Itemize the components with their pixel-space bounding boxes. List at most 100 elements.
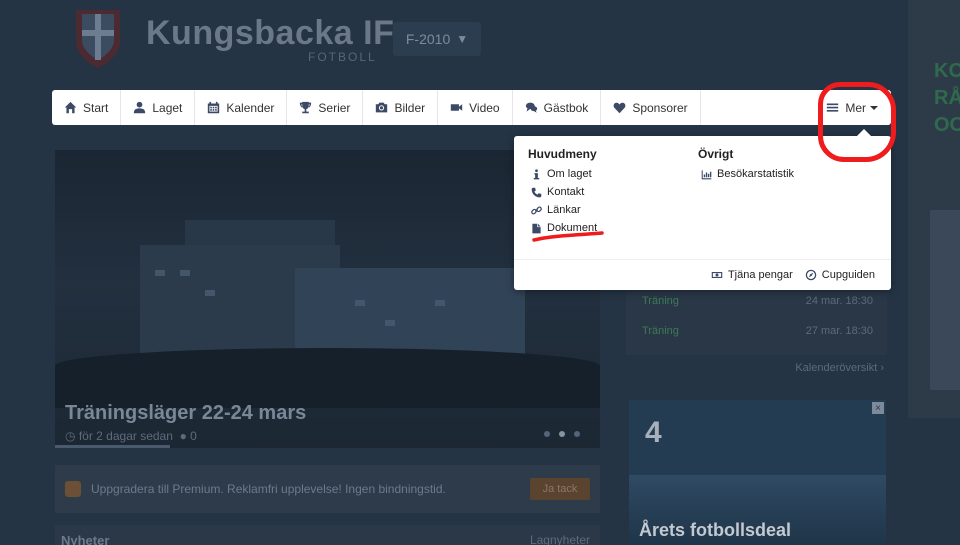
news-title: Nyheter (61, 533, 110, 545)
bar-chart-icon (701, 169, 712, 179)
news-section: Nyheter Lagnyheter (55, 525, 600, 545)
nav-label: Laget (152, 100, 183, 115)
slider-dot[interactable] (544, 431, 550, 437)
ad-logo: 4 (645, 416, 662, 449)
premium-banner: Uppgradera till Premium. Reklamfri upple… (55, 465, 600, 513)
user-icon (134, 101, 146, 114)
dropdown-other-heading: Övrigt (698, 147, 734, 161)
calendar-icon (208, 101, 220, 114)
nav-label: Bilder (394, 100, 426, 115)
slider-dot[interactable] (559, 431, 565, 437)
nav-item-laget[interactable]: Laget (121, 90, 196, 125)
team-select[interactable]: F-2010 ▼ (393, 22, 481, 56)
hero-image-part (205, 290, 215, 296)
nav-item-bilder[interactable]: Bilder (363, 90, 439, 125)
nav-label: Gästbok (543, 100, 589, 115)
event-date: 27 mar. 18:30 (805, 325, 873, 337)
dropdown-item-om-laget[interactable]: Om laget (528, 165, 597, 183)
advertisement[interactable]: 4 × Årets fotbollsdeal (629, 400, 886, 545)
footer-link-label: Tjäna pengar (727, 269, 793, 281)
side-advertisement[interactable]: KOS RÅ OC (908, 0, 960, 418)
slider-progress (55, 445, 170, 448)
footer-link-cupguiden[interactable]: Cupguiden (805, 269, 875, 281)
info-icon (533, 168, 540, 179)
club-logo (76, 10, 120, 68)
event-name: Träning (642, 325, 679, 337)
nav-label: Serier (318, 100, 351, 115)
slider-dots (544, 431, 580, 437)
nav-item-serier[interactable]: Serier (287, 90, 364, 125)
calendar-overview-label: Kalenderöversikt (795, 362, 878, 374)
side-ad-text: KOS RÅ OC (934, 60, 960, 136)
comment-icon: ● (179, 429, 187, 443)
ad-text: Årets fotbollsdeal (639, 520, 792, 540)
brand-subtitle: FOTBOLL (308, 50, 377, 64)
nav-item-sponsorer[interactable]: Sponsorer (601, 90, 701, 125)
premium-button[interactable]: Ja tack (530, 478, 590, 500)
hero-image-part (55, 348, 600, 408)
dropdown-divider (514, 259, 891, 260)
nav-item-kalender[interactable]: Kalender (195, 90, 288, 125)
hamburger-icon (827, 103, 839, 112)
brand-title: Kungsbacka IF (146, 14, 395, 52)
camera-icon (376, 102, 388, 113)
dropdown-item-besokarstatistik[interactable]: Besökarstatistik (698, 165, 794, 183)
dropdown-main-column: Huvudmeny Om laget Kontakt Länkar Dokume… (528, 147, 597, 237)
hero-image-part (155, 270, 165, 276)
trophy-icon (300, 101, 312, 114)
dropdown-item-kontakt[interactable]: Kontakt (528, 183, 597, 201)
nav-label: Start (83, 100, 109, 115)
premium-text: Uppgradera till Premium. Reklamfri upple… (91, 482, 446, 496)
footer-link-label: Cupguiden (821, 269, 875, 281)
calendar-overview-link[interactable]: Kalenderöversikt › (626, 362, 884, 374)
news-filter[interactable]: Lagnyheter (530, 533, 590, 545)
dropdown-item-label: Besökarstatistik (717, 168, 795, 180)
nav-item-more[interactable]: Mer (816, 90, 891, 125)
dropdown-other-column: Övrigt Besökarstatistik (698, 147, 794, 183)
dropdown-main-heading: Huvudmeny (528, 147, 597, 161)
nav-more-label: Mer (845, 100, 866, 115)
nav-item-gastbok[interactable]: Gästbok (513, 90, 602, 125)
clock-icon: ◷ (65, 429, 76, 443)
hero-image-part (435, 300, 445, 306)
video-icon (450, 104, 463, 111)
nav-item-start[interactable]: Start (52, 90, 122, 125)
nav-label: Kalender (226, 100, 275, 115)
nav-label: Video (469, 100, 500, 115)
comments-icon (525, 102, 537, 113)
dropdown-item-label: Länkar (547, 204, 581, 216)
hero-comments: 0 (190, 429, 197, 443)
caret-down-icon (870, 105, 878, 110)
document-icon (532, 223, 541, 233)
hero-meta: ◷ för 2 dagar sedan ● 0 (65, 429, 197, 443)
dropdown-item-dokument[interactable]: Dokument (528, 219, 597, 237)
hero-time: för 2 dagar sedan (78, 429, 173, 443)
link-icon (531, 206, 542, 214)
heart-icon (613, 102, 626, 114)
event-name: Träning (642, 295, 679, 307)
compass-icon (805, 269, 817, 281)
footer-link-tjana-pengar[interactable]: Tjäna pengar (711, 269, 793, 281)
home-icon (64, 101, 77, 114)
hero-image-part (355, 300, 365, 306)
main-navbar: Start Laget Kalender Serier Bilder Video… (52, 90, 891, 125)
calendar-widget: Träning 24 mar. 18:30 Träning 27 mar. 18… (626, 285, 887, 355)
team-select-value: F-2010 (405, 31, 451, 47)
calendar-event[interactable]: Träning 24 mar. 18:30 (642, 295, 873, 315)
more-dropdown: Huvudmeny Om laget Kontakt Länkar Dokume… (514, 129, 891, 290)
hero-image-part (385, 320, 395, 326)
dropdown-item-label: Om laget (547, 168, 592, 180)
slider-dot[interactable] (574, 431, 580, 437)
dropdown-item-lankar[interactable]: Länkar (528, 201, 597, 219)
hero-title[interactable]: Träningsläger 22-24 mars (65, 402, 306, 425)
calendar-event[interactable]: Träning 27 mar. 18:30 (642, 325, 873, 345)
money-icon (711, 272, 723, 278)
event-date: 24 mar. 18:30 (805, 295, 873, 307)
premium-icon (65, 481, 81, 497)
nav-label: Sponsorer (632, 100, 688, 115)
side-ad-image (930, 210, 960, 390)
dropdown-item-label: Dokument (547, 222, 598, 234)
hero-image-part (180, 270, 190, 276)
close-icon[interactable]: × (872, 402, 884, 414)
nav-item-video[interactable]: Video (438, 90, 513, 125)
